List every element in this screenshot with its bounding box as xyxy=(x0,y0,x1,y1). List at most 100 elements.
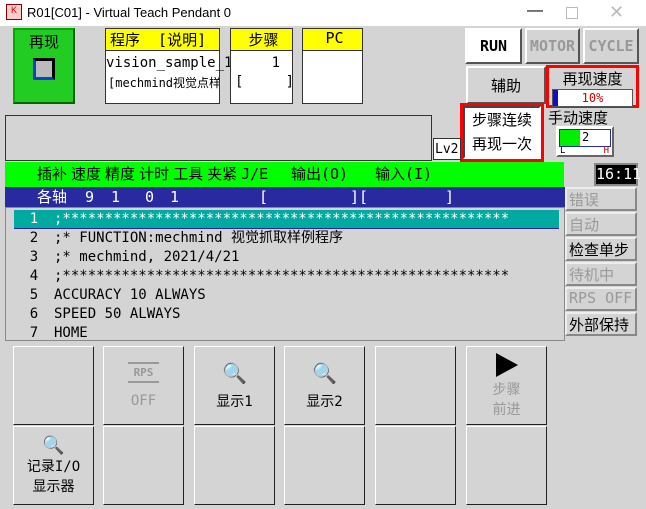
aux-button[interactable]: 辅助 xyxy=(466,66,546,104)
rps-off-label: OFF xyxy=(130,393,157,409)
replay-speed[interactable]: 再现速度 10% xyxy=(546,65,639,108)
green-bar-item: 插补 xyxy=(37,165,68,183)
step-mode-button[interactable]: 步骤连续 再现一次 xyxy=(463,106,541,159)
axis-value: 0 xyxy=(145,188,155,206)
fkey-empty[interactable] xyxy=(375,346,456,425)
io-monitor-button[interactable]: 🔍 记录I/O 显示器 xyxy=(13,426,94,505)
line-text: ;* FUNCTION:mechmind 视觉抓取样例程序 xyxy=(54,230,344,246)
green-bar-item: J/E xyxy=(241,165,269,183)
replay-speed-label: 再现速度 xyxy=(562,70,623,88)
program-line[interactable]: 6 SPEED 50 ALWAYS xyxy=(14,305,559,324)
title-bar: K R01[C01] - Virtual Teach Pendant 0 — ✕ xyxy=(0,0,646,26)
fkey-empty[interactable] xyxy=(13,346,94,425)
status-standby: 待机中 xyxy=(565,262,637,286)
step-mode-line1: 步骤连续 xyxy=(471,111,532,129)
axis-bar: 各轴 9 1 0 1 [ ][ ] xyxy=(5,187,565,207)
line-number: 6 xyxy=(29,306,39,322)
line-number: 4 xyxy=(29,268,39,284)
step-mode-line2: 再现一次 xyxy=(471,135,532,153)
line-number: 5 xyxy=(29,287,39,303)
display2-button[interactable]: 🔍 显示2 xyxy=(284,346,365,425)
line-text: HOME xyxy=(54,325,88,341)
magnifier-icon: 🔍 xyxy=(222,360,247,385)
level-indicator: Lv2 xyxy=(433,138,461,160)
cycle-button[interactable]: CYCLE xyxy=(583,28,639,64)
pc-panel[interactable]: PC xyxy=(302,28,363,104)
line-number: 3 xyxy=(29,249,39,265)
line-number: 1 xyxy=(29,211,39,227)
manual-speed-fill xyxy=(560,130,580,146)
app-icon: K xyxy=(6,4,22,20)
line-text: ;* mechmind, 2021/4/21 xyxy=(54,249,240,265)
repeat-icon xyxy=(33,58,55,80)
magnifier-icon: 🔍 xyxy=(312,360,337,385)
cycle-label: CYCLE xyxy=(588,37,634,55)
manual-speed-value: 2 xyxy=(582,130,590,144)
display1-button[interactable]: 🔍 显示1 xyxy=(194,346,275,425)
close-icon[interactable]: ✕ xyxy=(609,2,624,23)
program-line[interactable]: 1 ;**************************************… xyxy=(14,210,559,229)
manual-speed-gauge[interactable]: 2 L H xyxy=(556,126,614,157)
window-title: R01[C01] - Virtual Teach Pendant 0 xyxy=(27,5,232,20)
status-check-step: 检查单步 xyxy=(565,237,637,261)
rps-off-button[interactable]: RPS OFF xyxy=(103,346,184,425)
mode-label: 再现 xyxy=(28,33,59,51)
axis-value: 1 xyxy=(170,188,180,206)
line-number: 7 xyxy=(29,325,39,341)
status-rps-off: RPS OFF xyxy=(565,287,637,311)
status-external-hold: 外部保持 xyxy=(565,312,637,336)
manual-speed-label: 手动速度 xyxy=(548,109,609,127)
replay-speed-bar: 10% xyxy=(552,89,633,107)
manual-speed-bar: 2 xyxy=(559,129,611,147)
output-label: 输出(O) xyxy=(291,165,349,183)
rps-icon: RPS xyxy=(127,362,160,383)
axis-bracket: [ xyxy=(259,188,269,206)
manual-speed-high: H xyxy=(603,146,609,156)
io-monitor-label2: 显示器 xyxy=(32,479,75,495)
replay-speed-value: 10% xyxy=(581,91,604,105)
motor-button[interactable]: MOTOR xyxy=(525,28,580,64)
fkey-empty[interactable] xyxy=(284,426,365,505)
line-number: 2 xyxy=(29,230,39,246)
line-text: SPEED 50 ALWAYS xyxy=(54,306,181,322)
program-list[interactable]: 1 ;**************************************… xyxy=(5,207,565,341)
program-name: vision_sample_1 xyxy=(106,55,233,71)
axis-value: 1 xyxy=(111,188,121,206)
axis-bracket: ] xyxy=(445,188,455,206)
run-label: RUN xyxy=(479,37,508,55)
axis-label: 各轴 xyxy=(37,188,68,206)
play-icon xyxy=(495,352,518,377)
green-bar-item: 工具 xyxy=(173,165,204,183)
step-forward-label1: 步骤 xyxy=(492,381,521,398)
pc-header: PC xyxy=(303,29,362,51)
display2-label: 显示2 xyxy=(306,393,343,410)
program-line[interactable]: 2 ;* FUNCTION:mechmind 视觉抓取样例程序 xyxy=(14,229,559,248)
io-monitor-label1: 记录I/O xyxy=(26,459,81,475)
minimize-icon[interactable]: — xyxy=(527,2,543,20)
program-line[interactable]: 5 ACCURACY 10 ALWAYS xyxy=(14,286,559,305)
maximize-icon[interactable] xyxy=(566,7,578,19)
motor-label: MOTOR xyxy=(529,37,576,55)
line-text: ;***************************************… xyxy=(54,268,510,284)
step-value: 1 xyxy=(271,55,280,71)
step-forward-button[interactable]: 步骤 前进 xyxy=(466,346,547,425)
step-panel[interactable]: 步骤 1 [ ] xyxy=(230,28,294,104)
program-line[interactable]: 7 HOME xyxy=(14,324,559,343)
fkey-empty[interactable] xyxy=(375,426,456,505)
replay-mode-button[interactable]: 再现 xyxy=(13,28,75,104)
fkey-empty[interactable] xyxy=(103,426,184,505)
program-line[interactable]: 3 ;* mechmind, 2021/4/21 xyxy=(14,248,559,267)
step-mode-box[interactable]: 步骤连续 再现一次 xyxy=(460,103,544,162)
status-auto: 自动 xyxy=(565,212,637,236)
run-button[interactable]: RUN xyxy=(465,28,522,64)
program-line[interactable]: 4 ;**************************************… xyxy=(14,267,559,286)
axis-bracket: ][ xyxy=(350,188,369,206)
status-green-bar-ext xyxy=(454,162,564,187)
program-header: 程序 [说明] xyxy=(106,29,219,51)
program-panel[interactable]: 程序 [说明] vision_sample_1 [mechmind视觉点样例] xyxy=(105,28,233,104)
fkey-empty[interactable] xyxy=(466,426,547,505)
aux-label: 辅助 xyxy=(490,76,521,95)
fkey-empty[interactable] xyxy=(194,426,275,505)
manual-speed-low: L xyxy=(560,146,566,156)
green-bar-items: 插补 速度 精度 计时 工具 夹紧 J/E xyxy=(37,162,272,187)
